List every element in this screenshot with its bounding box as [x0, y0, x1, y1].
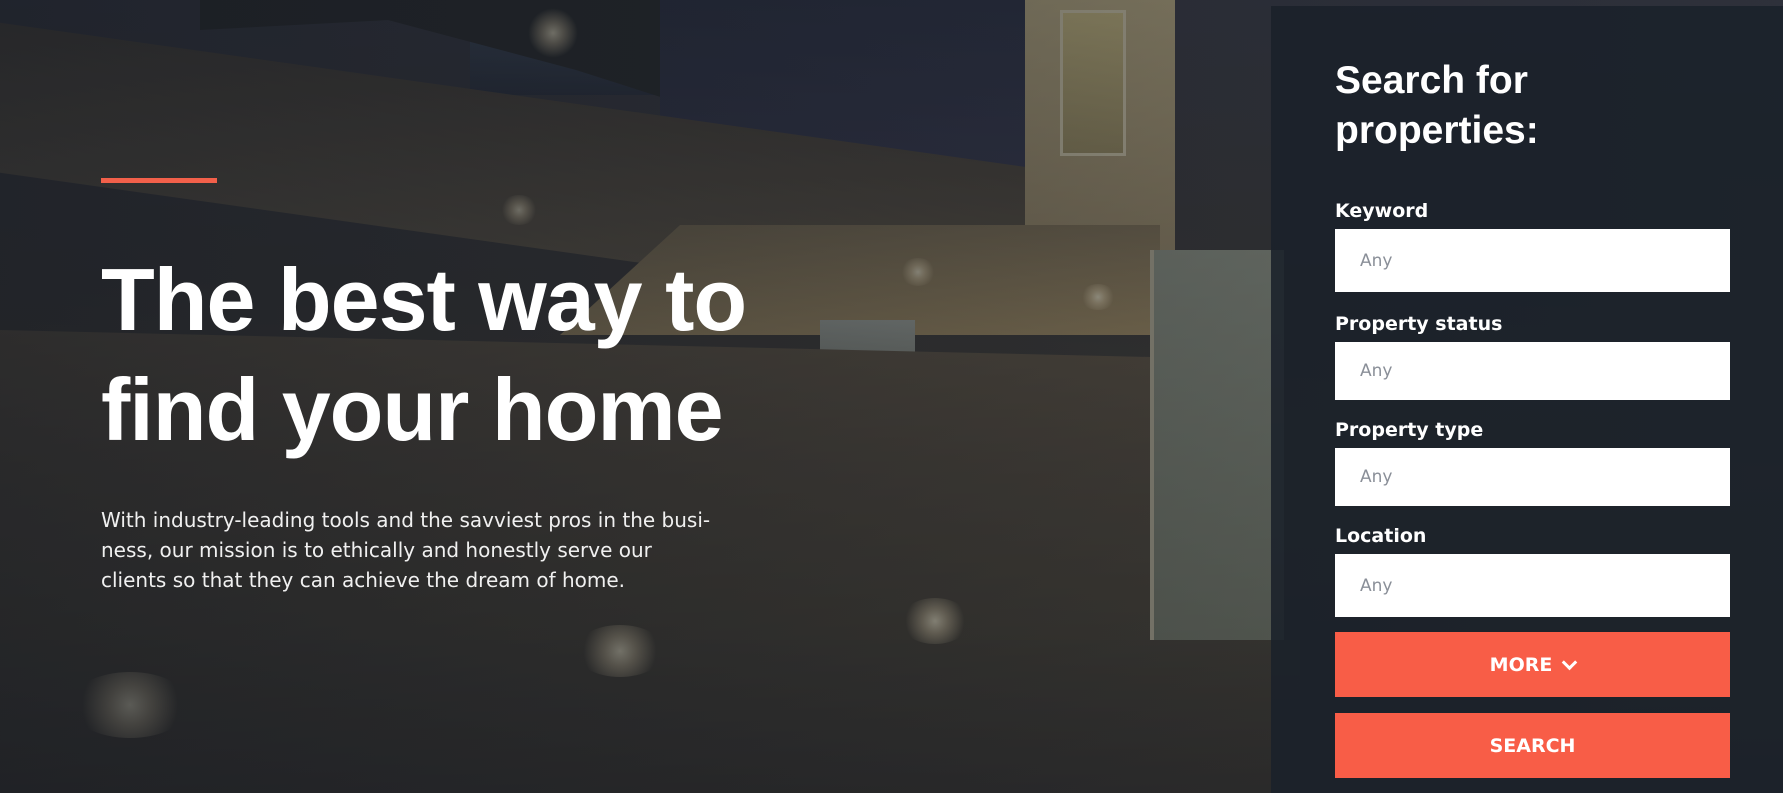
property-status-input[interactable]	[1335, 342, 1730, 400]
chevron-down-icon	[1562, 654, 1578, 671]
more-button[interactable]: MORE	[1335, 632, 1730, 697]
location-label: Location	[1335, 525, 1427, 547]
property-status-label: Property status	[1335, 313, 1503, 335]
search-title-line-1: Search for	[1335, 59, 1528, 102]
location-input[interactable]	[1335, 554, 1730, 617]
accent-line	[101, 178, 217, 183]
hero-description: With industry-leading tools and the savv…	[101, 508, 711, 592]
property-search-panel: Search for properties: Keyword Property …	[1271, 6, 1783, 793]
more-button-label: MORE	[1489, 653, 1553, 676]
property-type-label: Property type	[1335, 419, 1484, 441]
hero-section: The best way to find your home With indu…	[101, 178, 861, 595]
search-form: Search for properties: Keyword Property …	[1335, 56, 1730, 778]
keyword-input[interactable]	[1335, 229, 1730, 292]
search-title-line-2: properties:	[1335, 109, 1539, 152]
location-field-group: Location	[1335, 524, 1730, 617]
search-button-label: SEARCH	[1489, 734, 1576, 757]
property-status-field-group: Property status	[1335, 312, 1730, 400]
search-button[interactable]: SEARCH	[1335, 713, 1730, 778]
property-type-field-group: Property type	[1335, 418, 1730, 506]
hero-title-line-2: find your home	[101, 360, 724, 459]
hero-title: The best way to find your home	[101, 245, 861, 465]
search-panel-title: Search for properties:	[1335, 56, 1730, 156]
keyword-label: Keyword	[1335, 200, 1429, 222]
property-type-input[interactable]	[1335, 448, 1730, 506]
hero-title-line-1: The best way to	[101, 250, 747, 349]
keyword-field-group: Keyword	[1335, 199, 1730, 292]
